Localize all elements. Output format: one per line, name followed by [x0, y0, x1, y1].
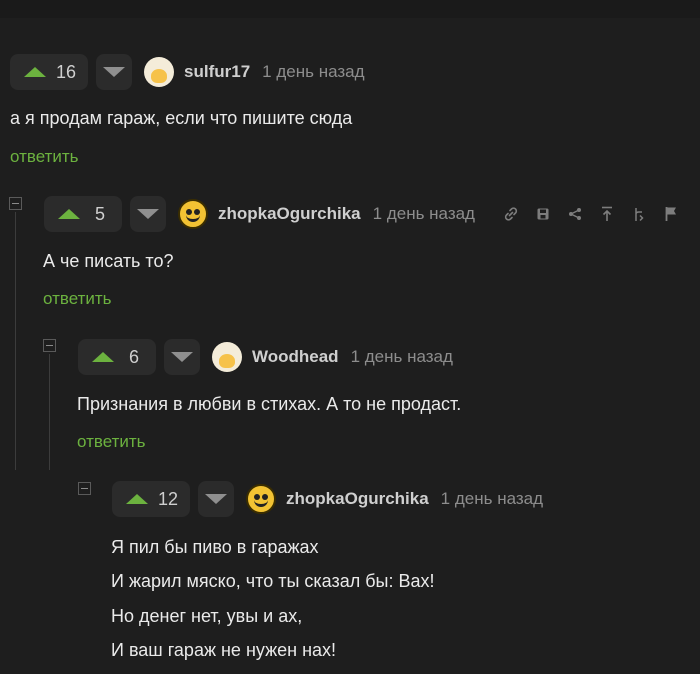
upvote-button[interactable]: 5: [44, 196, 122, 232]
upvote-arrow-icon: [126, 494, 148, 504]
collapse-thread-button[interactable]: [43, 339, 56, 352]
avatar[interactable]: [144, 57, 175, 87]
downvote-button[interactable]: [130, 196, 166, 232]
upvote-button[interactable]: 12: [112, 481, 191, 517]
comment-header: 12 zhopkaOgurchika 1 день назад: [112, 481, 543, 517]
share-icon[interactable]: [566, 205, 584, 223]
comment-header: 5 zhopkaOgurchika 1 день назад: [44, 196, 475, 232]
reply-link[interactable]: ответить: [10, 147, 79, 167]
avatar[interactable]: [246, 484, 277, 514]
downvote-button[interactable]: [164, 339, 200, 375]
avatar-mouth: [186, 215, 200, 222]
upvote-arrow-icon: [92, 352, 114, 362]
report-flag-icon[interactable]: [662, 205, 680, 223]
poem-line: И жарил мяско, что ты сказал бы: Вах!: [111, 571, 435, 591]
vote-count: 5: [94, 203, 105, 224]
comment-text: А че писать то?: [43, 251, 174, 271]
downvote-button[interactable]: [96, 54, 133, 90]
collapse-thread-button[interactable]: [9, 197, 22, 210]
top-strip: [0, 0, 700, 18]
poem-line: Но денег нет, увы и ах,: [111, 606, 303, 626]
reply-link[interactable]: ответить: [77, 432, 146, 452]
downvote-arrow-icon: [171, 352, 193, 362]
upvote-button[interactable]: 6: [78, 339, 156, 375]
collapse-thread-button[interactable]: [78, 482, 91, 495]
author-name[interactable]: zhopkaOgurchika: [286, 489, 429, 509]
vote-count: 12: [158, 488, 179, 509]
poem-line: И ваш гараж не нужен нах!: [111, 640, 337, 660]
comment-time[interactable]: 1 день назад: [262, 62, 364, 82]
comment-time[interactable]: 1 день назад: [441, 489, 543, 509]
link-icon[interactable]: [502, 205, 520, 223]
avatar-mouth: [254, 500, 269, 507]
downvote-arrow-icon: [103, 67, 126, 77]
upvote-arrow-icon: [58, 209, 80, 219]
go-to-parent-icon[interactable]: [598, 205, 616, 223]
save-icon[interactable]: [534, 205, 552, 223]
author-name[interactable]: Woodhead: [252, 347, 339, 367]
vote-count: 16: [56, 61, 77, 82]
author-name[interactable]: sulfur17: [184, 62, 250, 82]
thread-line[interactable]: [15, 212, 16, 470]
downvote-button[interactable]: [198, 481, 235, 517]
avatar-icon: [151, 69, 168, 83]
thread-line[interactable]: [49, 354, 50, 470]
avatar[interactable]: [212, 342, 242, 372]
comment-text: а я продам гараж, если что пишите сюда: [10, 108, 353, 128]
upvote-arrow-icon: [24, 67, 46, 77]
downvote-arrow-icon: [205, 494, 228, 504]
reply-link[interactable]: ответить: [43, 289, 112, 309]
comment-time[interactable]: 1 день назад: [351, 347, 453, 367]
comment-header: 16 sulfur17 1 день назад: [10, 54, 365, 90]
branch-icon[interactable]: [630, 205, 648, 223]
comment-header: 6 Woodhead 1 день назад: [78, 339, 453, 375]
author-name[interactable]: zhopkaOgurchika: [218, 204, 361, 224]
poem-line: Я пил бы пиво в гаражах: [111, 537, 319, 557]
vote-count: 6: [128, 346, 139, 367]
avatar[interactable]: [178, 199, 208, 229]
comment-time[interactable]: 1 день назад: [373, 204, 475, 224]
comment-toolbar: [502, 205, 680, 223]
comment-text: Признания в любви в стихах. А то не прод…: [77, 394, 462, 414]
downvote-arrow-icon: [137, 209, 159, 219]
avatar-icon: [219, 354, 235, 368]
upvote-button[interactable]: 16: [10, 54, 89, 90]
